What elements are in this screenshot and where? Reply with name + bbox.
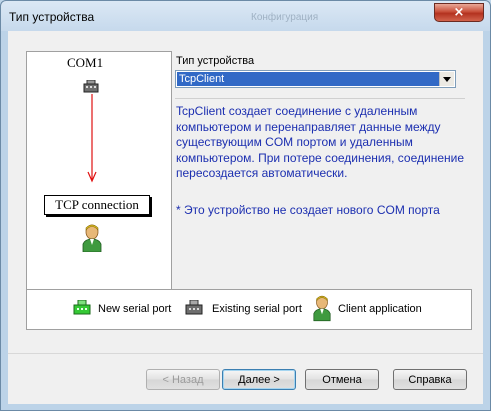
device-description: TcpClient создает соединение с удаленным… xyxy=(176,104,465,180)
cancel-button-label: Отмена xyxy=(322,373,362,386)
legend: New serial port Existing serial port Cli… xyxy=(26,289,472,330)
help-button-label: Справка xyxy=(408,373,452,386)
legend-new-serial-port: New serial port xyxy=(98,303,172,315)
close-button[interactable]: × xyxy=(434,3,484,22)
back-button-label: < Назад xyxy=(162,373,204,386)
tcp-connection-box: TCP connection xyxy=(44,195,150,215)
chevron-down-icon[interactable] xyxy=(439,72,454,86)
background-window-title: Конфигурация xyxy=(251,12,319,23)
help-button[interactable]: Справка xyxy=(393,369,467,390)
window-title: Тип устройства xyxy=(9,10,95,24)
client-application-icon xyxy=(82,224,102,252)
existing-serial-port-icon xyxy=(83,80,99,93)
cancel-button[interactable]: Отмена xyxy=(305,369,379,390)
new-serial-port-icon xyxy=(73,300,91,315)
connection-diagram: COM1 TCP connection xyxy=(26,51,172,313)
device-type-selected-value: TcpClient xyxy=(177,72,439,86)
back-button[interactable]: < Назад xyxy=(146,369,220,390)
legend-existing-serial-port: Existing serial port xyxy=(212,303,302,315)
next-button[interactable]: Далее > xyxy=(222,369,296,390)
tcp-connection-label: TCP connection xyxy=(55,197,139,212)
device-type-label: Тип устройства xyxy=(176,55,255,67)
next-button-label: Далее > xyxy=(238,373,280,386)
com-port-label: COM1 xyxy=(67,55,104,70)
title-bar[interactable]: Тип устройства Конфигурация × xyxy=(1,1,490,31)
close-icon: × xyxy=(453,5,465,20)
dialog-window: Тип устройства Конфигурация × COM1 TCP c… xyxy=(0,0,491,411)
device-type-select[interactable]: TcpClient xyxy=(175,70,456,88)
legend-client-application: Client application xyxy=(338,303,422,315)
connection-arrow xyxy=(87,94,97,183)
existing-serial-port-legend-icon xyxy=(185,300,203,315)
device-note: * Это устройство не создает нового COM п… xyxy=(176,203,440,217)
dialog-content: COM1 TCP connection Тип устройства TcpCl… xyxy=(8,31,483,404)
button-divider xyxy=(8,353,483,354)
client-application-legend-icon xyxy=(313,295,331,322)
divider xyxy=(175,98,465,99)
